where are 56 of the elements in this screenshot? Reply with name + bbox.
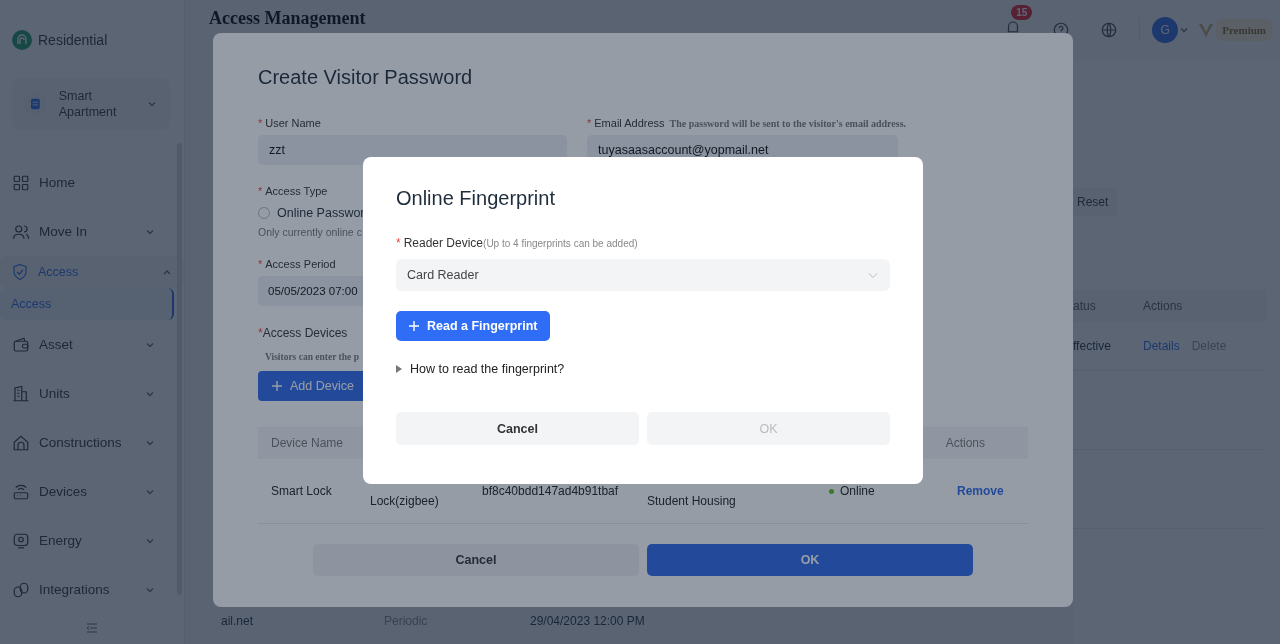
- status-text: Online: [840, 484, 875, 498]
- cancel-button[interactable]: Cancel: [396, 412, 639, 445]
- plus-icon: [409, 321, 419, 331]
- logo-icon: [12, 30, 32, 50]
- read-fingerprint-button[interactable]: Read a Fingerprint: [396, 311, 551, 341]
- reset-button[interactable]: Reset: [1073, 188, 1119, 216]
- globe-icon[interactable]: [1100, 21, 1119, 39]
- dialog-title: Online Fingerprint: [396, 187, 556, 210]
- page-title: Access Management: [209, 8, 366, 28]
- field-label: * Email Address: [587, 117, 665, 129]
- router-icon: [12, 482, 30, 501]
- column-header: Device Name: [271, 436, 344, 450]
- field-hint: (Up to 4 fingerprints can be added): [483, 238, 638, 249]
- dialog-title: Create Visitor Password: [258, 66, 474, 89]
- table-cell-text: Lock(zigbee): [370, 493, 440, 508]
- field-label: *Access Devices: [258, 326, 348, 340]
- v-logo-icon: [1198, 22, 1215, 38]
- radio-button[interactable]: [258, 207, 270, 219]
- nav-item[interactable]: Access: [0, 256, 184, 288]
- field-label: * Access Period: [258, 258, 336, 271]
- field-hint: The password will be sent to the visitor's email address.: [669, 118, 907, 129]
- grid-icon: [12, 173, 30, 192]
- monitor-icon: [12, 531, 30, 550]
- building-icon: [12, 384, 30, 403]
- field-label: * Access Type: [258, 185, 328, 198]
- table-cell-text: ffective: [1073, 339, 1112, 353]
- people-icon: [12, 222, 30, 241]
- table-cell-text: Smart Lock: [270, 484, 333, 498]
- help-toggle[interactable]: How to read the fingerprint?: [396, 362, 565, 376]
- status-dot: [829, 488, 834, 494]
- field-hint: Only currently online c: [258, 226, 363, 238]
- wallet-icon: [12, 335, 30, 354]
- column-header: Actions: [945, 436, 985, 450]
- house-icon: [12, 433, 30, 452]
- field-label: * User Name: [258, 117, 321, 130]
- link-icon: [12, 580, 30, 599]
- shield-icon: [11, 263, 29, 281]
- plus-icon: [272, 381, 282, 391]
- caret-icon: [396, 365, 402, 373]
- table-cell: 29/04/2023 12:00 PM: [530, 614, 645, 628]
- collapse-icon[interactable]: [86, 622, 98, 634]
- notification-badge: 15: [1011, 5, 1033, 20]
- table-cell-text: bf8c40bdd147ad4b91tbaf: [482, 484, 620, 498]
- select-field[interactable]: Card Reader: [396, 259, 890, 291]
- table-cell-text: Student Housing: [647, 493, 737, 508]
- field-label: * Reader Device: [396, 236, 484, 250]
- radio-label[interactable]: Online Passwor: [277, 206, 365, 220]
- action-link[interactable]: Details: [1143, 339, 1180, 353]
- cancel-button[interactable]: Cancel: [313, 544, 639, 576]
- nav-subitem[interactable]: Access: [0, 288, 174, 320]
- brand-name: Residential: [38, 32, 108, 48]
- table-cell-text: ail.net: [220, 614, 255, 628]
- ok-button[interactable]: OK: [647, 544, 973, 576]
- field-hint: Visitors can enter the p: [265, 352, 360, 362]
- remove-link[interactable]: Remove: [957, 484, 1004, 498]
- project-selector[interactable]: Smart Apartment: [12, 78, 170, 130]
